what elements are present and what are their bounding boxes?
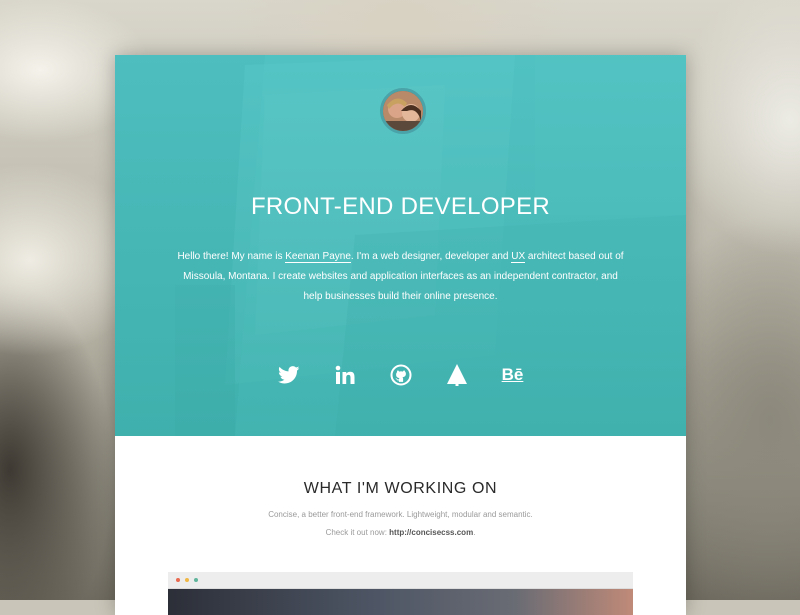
window-title-bar	[168, 572, 633, 589]
twitter-icon[interactable]	[277, 363, 301, 387]
project-description: Concise, a better front-end framework. L…	[268, 510, 533, 519]
portfolio-card: FRONT-END DEVELOPER Hello there! My name…	[115, 55, 686, 615]
behance-icon[interactable]: Bē	[501, 363, 525, 387]
section-title: WHAT I'M WORKING ON	[303, 480, 498, 497]
page-title: FRONT-END DEVELOPER	[250, 193, 551, 220]
avatar	[380, 88, 426, 134]
preview-screenshot	[168, 589, 633, 615]
minimize-dot-icon	[185, 578, 189, 582]
section-description: Concise, a better front-end framework. L…	[115, 506, 686, 542]
github-icon[interactable]	[389, 363, 413, 387]
working-on-section: WHAT I'M WORKING ON Concise, a better fr…	[115, 436, 686, 615]
project-link-line: Check it out now: http://concisecss.com.	[325, 528, 476, 537]
ux-link[interactable]: UX	[511, 251, 526, 263]
forrst-icon[interactable]	[445, 363, 469, 387]
name-link[interactable]: Keenan Payne	[285, 251, 351, 263]
social-links: Bē	[115, 363, 686, 387]
maximize-dot-icon	[194, 578, 198, 582]
intro-text: Hello there! My name is Keenan Payne. I'…	[177, 251, 624, 302]
linkedin-icon[interactable]	[333, 363, 357, 387]
project-preview-window[interactable]	[168, 572, 633, 615]
concise-link[interactable]: http://concisecss.com	[389, 528, 473, 537]
avatar-photo	[383, 91, 423, 131]
close-dot-icon	[176, 578, 180, 582]
hero-section: FRONT-END DEVELOPER Hello there! My name…	[115, 55, 686, 436]
